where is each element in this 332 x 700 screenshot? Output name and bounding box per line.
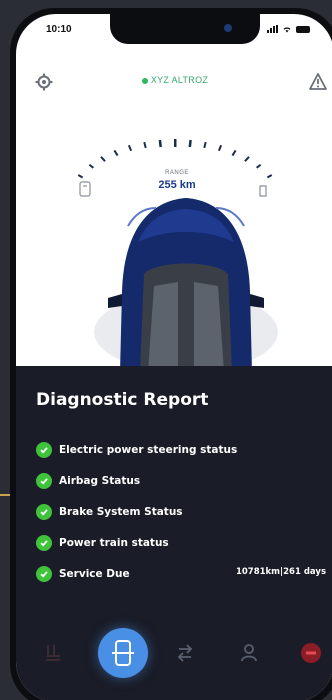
seat-icon[interactable] (40, 640, 66, 666)
bottom-tab-bar (16, 626, 332, 686)
diagnostic-item-label: Service Due (59, 567, 130, 580)
connected-dot (141, 77, 148, 84)
status-time: 10:10 (46, 24, 72, 35)
diagnostic-item: Service Due 10781km|261 days (36, 558, 326, 589)
diagnostic-item-label: Electric power steering status (59, 443, 238, 456)
check-icon (36, 441, 52, 458)
tab-active-highlight[interactable] (98, 628, 148, 678)
diagnostic-item-label: Power train status (59, 536, 169, 549)
diagnostic-item: Airbag Status (36, 465, 326, 496)
camera-dot (224, 24, 232, 32)
status-icons (267, 25, 310, 33)
check-icon (36, 565, 52, 582)
check-icon (36, 503, 52, 520)
diagnostic-item: Power train status (36, 527, 326, 558)
alert-icon[interactable] (308, 72, 328, 92)
diagnostic-item: Electric power steering status (36, 434, 326, 465)
check-icon (36, 534, 52, 551)
car-name[interactable]: XYZ ALTROZ (16, 75, 332, 85)
diagnostic-list: Electric power steering status Airbag St… (36, 434, 326, 589)
check-icon (36, 472, 52, 489)
car-name-label: XYZ ALTROZ (150, 75, 209, 85)
stop-icon[interactable] (298, 640, 324, 666)
device-notch (110, 14, 260, 44)
diagnostic-item-label: Brake System Status (59, 505, 183, 518)
phone-car-icon (112, 640, 134, 666)
transfer-icon[interactable] (172, 640, 198, 666)
app-screen: 10:10 XYZ ALTROZ RANGE 255 km Diagnostic… (16, 14, 332, 700)
wifi-icon (283, 27, 291, 33)
top-bar: XYZ ALTROZ (16, 72, 332, 102)
battery-icon (296, 25, 310, 33)
signal-icon (267, 25, 278, 33)
service-due-detail: 10781km|261 days (235, 567, 326, 577)
phone-frame: 10:10 XYZ ALTROZ RANGE 255 km Diagnostic… (10, 8, 332, 700)
diagnostic-title: Diagnostic Report (36, 390, 209, 410)
diagnostic-item: Brake System Status (36, 496, 326, 527)
diagnostic-item-label: Airbag Status (59, 474, 141, 487)
range-label: RANGE (165, 170, 189, 176)
user-icon[interactable] (236, 640, 262, 666)
car-image (86, 182, 286, 372)
